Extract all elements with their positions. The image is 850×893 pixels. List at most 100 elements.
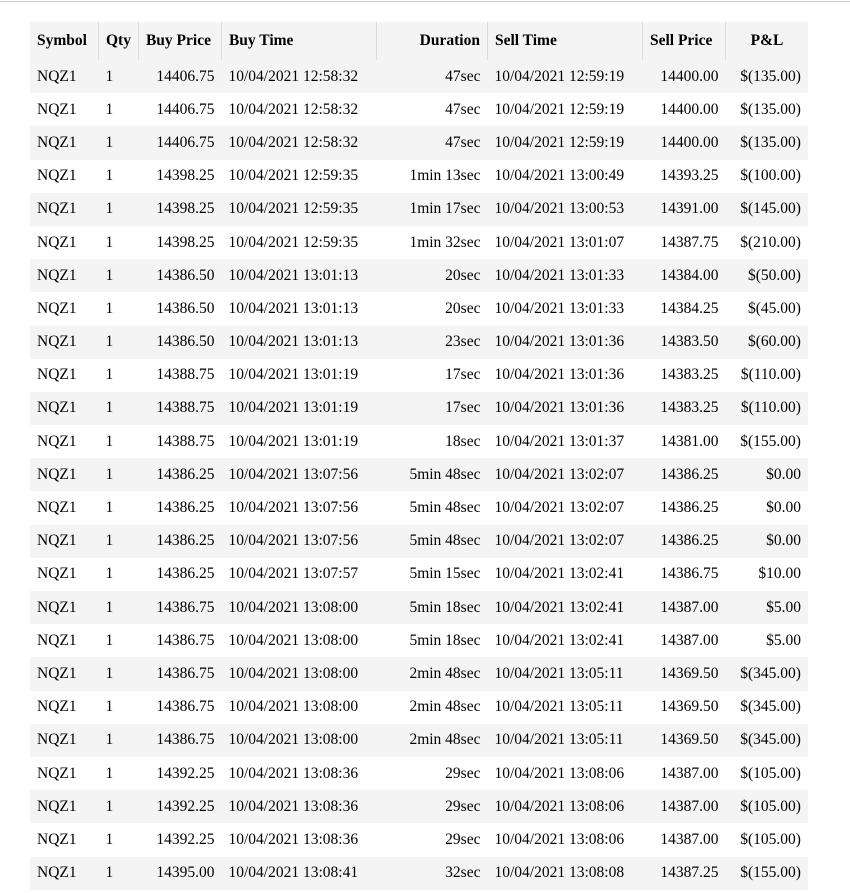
cell-buy-price: 14388.75 bbox=[156, 432, 215, 450]
cell-duration: 20sec bbox=[445, 299, 481, 317]
cell-symbol: NQZ1 bbox=[37, 830, 77, 848]
table-row: NQZ1 1 14386.50 10/04/2021 13:01:13 23sec 10/… bbox=[30, 325, 808, 359]
table-row: NQZ1 1 14398.25 10/04/2021 12:59:35 1min 17s… bbox=[30, 192, 808, 226]
table-row: NQZ1 1 14388.75 10/04/2021 13:01:19 17sec 10/… bbox=[30, 358, 808, 392]
cell-sell-price: 14383.25 bbox=[660, 366, 719, 384]
cell-sell-price: 14400.00 bbox=[660, 133, 719, 151]
table-row: NQZ1 1 14392.25 10/04/2021 13:08:36 29sec 10/… bbox=[30, 823, 808, 857]
cell-symbol: NQZ1 bbox=[37, 698, 77, 716]
cell-sell-time: 10/04/2021 13:02:07 bbox=[494, 532, 625, 550]
cell-pnl: $(100.00) bbox=[740, 167, 801, 185]
header-row: Symbol Qty Buy Price Buy Time Duration S… bbox=[30, 22, 808, 60]
cell-symbol: NQZ1 bbox=[37, 598, 77, 616]
cell-sell-price: 14386.25 bbox=[660, 532, 719, 550]
cell-symbol: NQZ1 bbox=[37, 233, 77, 251]
cell-duration: 5min 18sec bbox=[409, 598, 481, 616]
cell-sell-time: 10/04/2021 13:02:41 bbox=[494, 598, 625, 616]
cell-symbol: NQZ1 bbox=[37, 731, 77, 749]
cell-buy-time: 10/04/2021 12:58:32 bbox=[228, 100, 359, 118]
cell-sell-time: 10/04/2021 13:01:07 bbox=[494, 233, 625, 251]
cell-buy-time: 10/04/2021 13:07:57 bbox=[228, 565, 359, 583]
cell-buy-time: 10/04/2021 13:01:19 bbox=[228, 432, 359, 450]
cell-sell-price: 14387.00 bbox=[660, 631, 719, 649]
cell-pnl: $(210.00) bbox=[740, 233, 801, 251]
cell-pnl: $(105.00) bbox=[740, 797, 801, 815]
cell-qty: 1 bbox=[105, 200, 114, 218]
cell-qty: 1 bbox=[105, 731, 114, 749]
cell-symbol: NQZ1 bbox=[37, 333, 77, 351]
cell-buy-time: 10/04/2021 13:08:00 bbox=[228, 698, 359, 716]
cell-qty: 1 bbox=[105, 532, 114, 550]
cell-buy-time: 10/04/2021 13:08:36 bbox=[228, 764, 359, 782]
cell-pnl: $(155.00) bbox=[740, 864, 801, 882]
cell-buy-time: 10/04/2021 12:58:32 bbox=[228, 133, 359, 151]
cell-buy-price: 14392.25 bbox=[156, 830, 215, 848]
cell-sell-price: 14393.25 bbox=[660, 167, 719, 185]
cell-qty: 1 bbox=[105, 133, 114, 151]
cell-symbol: NQZ1 bbox=[37, 764, 77, 782]
cell-qty: 1 bbox=[105, 399, 114, 417]
cell-duration: 17sec bbox=[445, 366, 481, 384]
cell-sell-price: 14386.25 bbox=[660, 465, 719, 483]
cell-buy-time: 10/04/2021 13:08:00 bbox=[228, 664, 359, 682]
cell-sell-price: 14386.25 bbox=[660, 499, 719, 517]
table-row: NQZ1 1 14386.25 10/04/2021 13:07:56 5min 48s… bbox=[30, 491, 808, 525]
cell-buy-time: 10/04/2021 13:08:00 bbox=[228, 631, 359, 649]
column-header-pnl: P&L bbox=[750, 32, 784, 49]
cell-sell-time: 10/04/2021 13:05:11 bbox=[494, 664, 624, 682]
cell-buy-price: 14388.75 bbox=[156, 366, 215, 384]
cell-buy-price: 14406.75 bbox=[156, 133, 215, 151]
cell-buy-price: 14395.00 bbox=[156, 864, 215, 882]
cell-symbol: NQZ1 bbox=[37, 532, 77, 550]
cell-buy-time: 10/04/2021 12:59:35 bbox=[228, 200, 359, 218]
cell-pnl: $(345.00) bbox=[740, 731, 801, 749]
cell-symbol: NQZ1 bbox=[37, 499, 77, 517]
cell-qty: 1 bbox=[105, 67, 114, 85]
cell-sell-time: 10/04/2021 13:02:41 bbox=[494, 565, 625, 583]
table-row: NQZ1 1 14386.75 10/04/2021 13:08:00 5min 18s… bbox=[30, 624, 808, 658]
cell-buy-price: 14386.25 bbox=[156, 565, 215, 583]
cell-sell-price: 14400.00 bbox=[660, 100, 719, 118]
cell-buy-price: 14386.75 bbox=[156, 731, 215, 749]
table-row: NQZ1 1 14386.75 10/04/2021 13:08:00 2min 48s… bbox=[30, 723, 808, 757]
cell-qty: 1 bbox=[105, 864, 114, 882]
cell-pnl: $(145.00) bbox=[740, 200, 801, 218]
cell-duration: 23sec bbox=[445, 333, 481, 351]
table-row: NQZ1 1 14398.25 10/04/2021 12:59:35 1min 32s… bbox=[30, 225, 808, 260]
cell-symbol: NQZ1 bbox=[37, 631, 77, 649]
top-divider bbox=[0, 1, 850, 2]
cell-pnl: $5.00 bbox=[766, 598, 801, 616]
cell-sell-time: 10/04/2021 12:59:19 bbox=[494, 100, 625, 118]
column-header-sell-price: Sell Price bbox=[642, 22, 726, 60]
table-row: NQZ1 1 14388.75 10/04/2021 13:01:19 17sec 10/… bbox=[30, 391, 808, 426]
cell-duration: 17sec bbox=[445, 399, 481, 417]
table-row: NQZ1 1 14406.75 10/04/2021 12:58:32 47sec 10/… bbox=[30, 126, 808, 160]
cell-sell-time: 10/04/2021 13:01:33 bbox=[494, 299, 625, 317]
column-header-duration: Duration bbox=[376, 22, 488, 60]
cell-sell-price: 14384.00 bbox=[660, 266, 719, 284]
table-row: NQZ1 1 14392.25 10/04/2021 13:08:36 29sec 10/… bbox=[30, 756, 808, 791]
cell-duration: 29sec bbox=[445, 797, 481, 815]
table-row: NQZ1 1 14406.75 10/04/2021 12:58:32 47sec 10/… bbox=[30, 60, 808, 94]
cell-pnl: $(155.00) bbox=[740, 432, 801, 450]
cell-buy-price: 14386.75 bbox=[156, 631, 215, 649]
cell-sell-price: 14387.00 bbox=[660, 764, 719, 782]
table-row: NQZ1 1 14386.25 10/04/2021 13:07:56 5min 48s… bbox=[30, 524, 808, 558]
cell-symbol: NQZ1 bbox=[37, 133, 77, 151]
cell-pnl: $(135.00) bbox=[740, 67, 801, 85]
cell-symbol: NQZ1 bbox=[37, 864, 77, 882]
cell-duration: 20sec bbox=[445, 266, 481, 284]
cell-sell-price: 14383.25 bbox=[660, 399, 719, 417]
cell-duration: 47sec bbox=[445, 133, 481, 151]
cell-pnl: $(45.00) bbox=[748, 299, 801, 317]
cell-pnl: $(345.00) bbox=[740, 698, 801, 716]
cell-duration: 2min 48sec bbox=[409, 664, 481, 682]
column-header-buy-price: Buy Price bbox=[138, 22, 222, 60]
cell-symbol: NQZ1 bbox=[37, 797, 77, 815]
cell-qty: 1 bbox=[105, 565, 114, 583]
cell-sell-time: 10/04/2021 13:05:11 bbox=[494, 731, 624, 749]
cell-duration: 1min 13sec bbox=[409, 167, 481, 185]
cell-symbol: NQZ1 bbox=[37, 565, 77, 583]
cell-sell-time: 10/04/2021 13:00:53 bbox=[494, 200, 625, 218]
cell-qty: 1 bbox=[105, 631, 114, 649]
